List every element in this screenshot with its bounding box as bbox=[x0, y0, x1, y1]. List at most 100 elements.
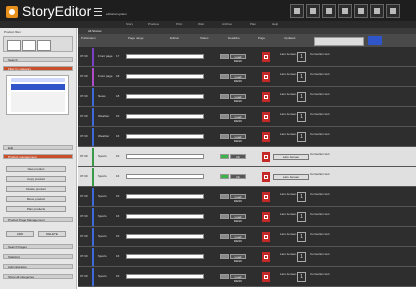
pdf-icon[interactable] bbox=[262, 212, 270, 222]
pdf-icon[interactable] bbox=[262, 152, 270, 162]
filter-dropdown[interactable] bbox=[314, 37, 364, 46]
delete-page-button[interactable]: DELETE bbox=[38, 231, 66, 237]
row-owner-button[interactable]: Lars Jensen bbox=[273, 174, 309, 180]
row-status[interactable]: Load DESK bbox=[230, 254, 246, 263]
row-owner-button[interactable]: Lars Jensen bbox=[273, 154, 309, 160]
image-icon[interactable] bbox=[338, 4, 352, 18]
administration-section[interactable]: Administration bbox=[3, 264, 73, 269]
row-status[interactable]: Ok bbox=[230, 154, 246, 159]
row-title-field[interactable] bbox=[126, 114, 204, 119]
filter-by-category[interactable]: Filter by category bbox=[3, 66, 73, 71]
row-page-number[interactable]: 1 bbox=[297, 132, 306, 142]
pdf-icon[interactable] bbox=[262, 132, 270, 142]
search-section[interactable]: Search bbox=[3, 57, 73, 62]
pdf-icon[interactable] bbox=[262, 252, 270, 262]
edit-section[interactable]: Edit bbox=[3, 145, 73, 150]
move-product-button[interactable]: Move product bbox=[6, 196, 66, 202]
table-row[interactable]: 07:30 Sports 16 Load DESK Lars Jensen 1 Correc… bbox=[78, 187, 416, 207]
delete-product-button[interactable]: Delete product bbox=[6, 186, 66, 192]
row-status[interactable]: Load DESK bbox=[230, 54, 246, 63]
row-status[interactable]: Load DESK bbox=[230, 74, 246, 83]
row-page-number[interactable]: 1 bbox=[297, 112, 306, 122]
pdf-icon[interactable] bbox=[262, 72, 270, 82]
nav-item[interactable]: Story bbox=[126, 22, 133, 26]
row-title-field[interactable] bbox=[126, 194, 204, 199]
nav-item[interactable]: Produce bbox=[148, 22, 159, 26]
row-title-field[interactable] bbox=[126, 74, 204, 79]
row-status[interactable]: Load DESK bbox=[230, 234, 246, 243]
category-list[interactable] bbox=[6, 75, 69, 115]
row-title-field[interactable] bbox=[126, 154, 204, 159]
view-switcher[interactable] bbox=[3, 36, 73, 52]
row-status[interactable]: Load DESK bbox=[230, 274, 246, 283]
pdf-icon[interactable] bbox=[262, 272, 270, 282]
graph-icon[interactable] bbox=[386, 4, 400, 18]
nav-item[interactable]: Archive bbox=[222, 22, 232, 26]
row-status[interactable]: Load DESK bbox=[230, 94, 246, 103]
row-title-field[interactable] bbox=[126, 254, 204, 259]
plan-products-button[interactable]: Plan products bbox=[6, 206, 66, 212]
row-title-field[interactable] bbox=[126, 274, 204, 279]
row-count: 16 bbox=[116, 254, 120, 258]
add-page-button[interactable]: ADD bbox=[6, 231, 34, 237]
row-status[interactable]: Load DESK bbox=[230, 114, 246, 123]
table-row[interactable]: 07:30 Front page 18 Load DESK Lars Jensen 1 Co… bbox=[78, 67, 416, 87]
row-status[interactable]: Load DESK bbox=[230, 194, 246, 203]
story-icon[interactable] bbox=[290, 4, 304, 18]
table-row[interactable]: 07:30 Sports 16 Load DESK Lars Jensen 1 Correc… bbox=[78, 267, 416, 287]
table-row[interactable]: 07:30 Sports 16 Load DESK Lars Jensen 1 Correc… bbox=[78, 247, 416, 267]
table-row[interactable]: 07:30 Front page 17 Load DESK Lars Jensen 1 Co… bbox=[78, 47, 416, 67]
row-section: Sports bbox=[98, 254, 107, 258]
show-categories-section[interactable]: Show all categories bbox=[3, 274, 73, 279]
row-title-field[interactable] bbox=[126, 214, 204, 219]
row-page-number[interactable]: 1 bbox=[297, 52, 306, 62]
row-title-field[interactable] bbox=[126, 54, 204, 59]
row-note: Correction text bbox=[310, 212, 330, 216]
apply-filter-button[interactable] bbox=[368, 36, 382, 45]
menu-icon[interactable] bbox=[94, 8, 102, 16]
row-title-field[interactable] bbox=[126, 134, 204, 139]
pdf-icon[interactable] bbox=[262, 92, 270, 102]
new-product-button[interactable]: New product bbox=[6, 166, 66, 172]
copy-product-button[interactable]: Copy product bbox=[6, 176, 66, 182]
row-status[interactable]: Load DESK bbox=[230, 214, 246, 223]
row-page-number[interactable]: 1 bbox=[297, 252, 306, 262]
grid-icon[interactable] bbox=[322, 4, 336, 18]
pdf-icon[interactable] bbox=[262, 192, 270, 202]
chart-icon[interactable] bbox=[370, 4, 384, 18]
nav-item[interactable]: Web bbox=[198, 22, 204, 26]
row-title-field[interactable] bbox=[126, 94, 204, 99]
row-status[interactable]: Ok bbox=[230, 174, 246, 179]
pdf-icon[interactable] bbox=[262, 172, 270, 182]
table-row[interactable]: 07:30 Weather 16 Load DESK Lars Jensen 1 Corre… bbox=[78, 107, 416, 127]
nav-item[interactable]: Print bbox=[176, 22, 182, 26]
table-row[interactable]: 07:30 Sports 16 Load DESK Lars Jensen 1 Correc… bbox=[78, 207, 416, 227]
product-management-section[interactable]: Product management bbox=[3, 154, 73, 159]
row-status[interactable]: Load DESK bbox=[230, 134, 246, 143]
table-row[interactable]: 07:30 Sports 16 Ok Lars Jensen Correction tex… bbox=[78, 167, 416, 187]
pdf-icon[interactable] bbox=[262, 232, 270, 242]
row-count: 16 bbox=[116, 174, 120, 178]
table-icon[interactable] bbox=[354, 4, 368, 18]
row-page-number[interactable]: 1 bbox=[297, 272, 306, 282]
table-row[interactable]: 07:30 Sports 16 Ok Lars Jensen Correction tex… bbox=[78, 147, 416, 167]
page-management-section[interactable]: Product Page Management bbox=[3, 217, 73, 222]
row-title-field[interactable] bbox=[126, 234, 204, 239]
row-section: Sports bbox=[98, 234, 107, 238]
table-row[interactable]: 07:30 Weather 16 Load DESK Lars Jensen 1 Corre… bbox=[78, 127, 416, 147]
clock-icon[interactable] bbox=[306, 4, 320, 18]
row-title-field[interactable] bbox=[126, 174, 204, 179]
statistics-section[interactable]: Statistics bbox=[3, 254, 73, 259]
row-page-number[interactable]: 1 bbox=[297, 192, 306, 202]
nav-item[interactable]: Help bbox=[272, 22, 278, 26]
nav-item[interactable]: Plan bbox=[250, 22, 256, 26]
search-pages-section[interactable]: Search Pages bbox=[3, 244, 73, 249]
row-page-number[interactable]: 1 bbox=[297, 232, 306, 242]
row-page-number[interactable]: 1 bbox=[297, 92, 306, 102]
pdf-icon[interactable] bbox=[262, 112, 270, 122]
row-page-number[interactable]: 1 bbox=[297, 212, 306, 222]
row-page-number[interactable]: 1 bbox=[297, 72, 306, 82]
pdf-icon[interactable] bbox=[262, 52, 270, 62]
table-row[interactable]: 07:30 News 18 Load DESK Lars Jensen 1 Correcti… bbox=[78, 87, 416, 107]
table-row[interactable]: 07:30 Sports 16 Load DESK Lars Jensen 1 Correc… bbox=[78, 227, 416, 247]
